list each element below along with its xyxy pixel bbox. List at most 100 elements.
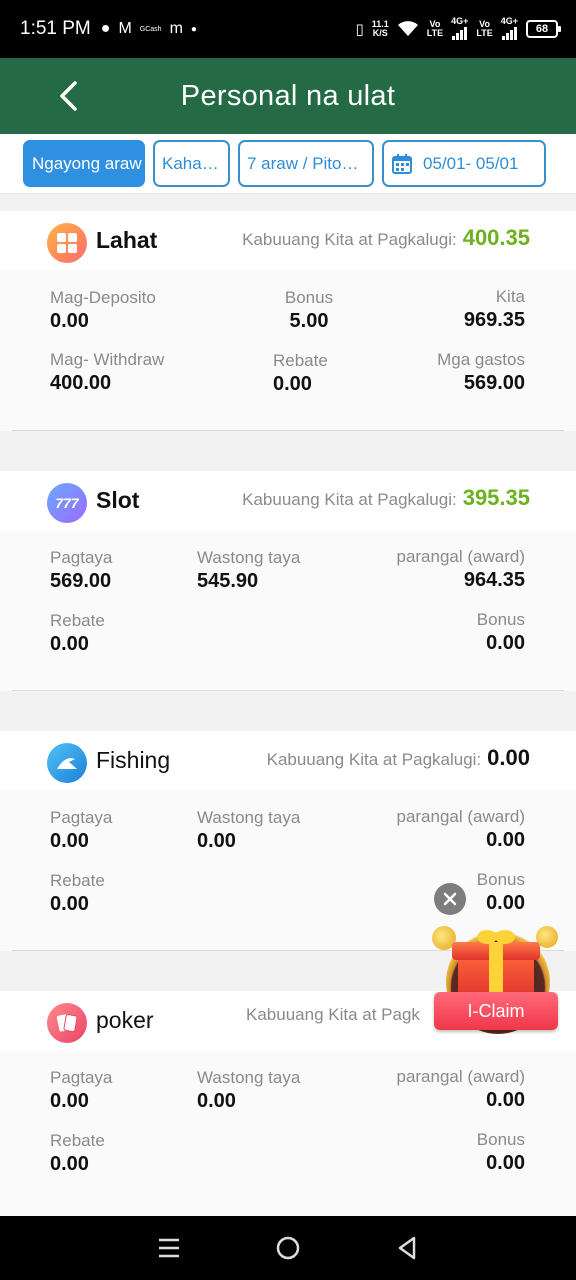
signal-2: 4G+	[500, 15, 518, 42]
valid-bet-stat: Wastong taya 0.00	[197, 1068, 300, 1113]
net-speed-unit: K/S	[372, 28, 388, 38]
divider	[12, 430, 564, 431]
report-card-fishing: Fishing Kabuuang Kita at Pagkalugi: 0.00…	[0, 731, 576, 951]
stat-value: 0.00	[273, 373, 312, 395]
stat-label: Bonus	[476, 1130, 525, 1149]
summary-label: Kabuuang Kita at Pagkalugi:	[242, 230, 457, 249]
rebate-stat: Rebate 0.00	[50, 1131, 105, 1176]
close-icon	[443, 892, 457, 906]
network-speed: 11.1 K/S	[372, 20, 389, 38]
volte-2-bottom: LTE	[476, 28, 493, 38]
mcdonalds-icon: m	[169, 20, 183, 37]
award-stat: parangal (award) 0.00	[396, 807, 525, 852]
stat-value: 0.00	[197, 830, 236, 852]
filter-7-days-tab[interactable]: 7 araw / Pito…	[238, 140, 374, 187]
system-nav-bar	[0, 1216, 576, 1280]
system-icons: ▯ 11.1 K/S Vo LTE 4G+ Vo LTE 4G+ 68	[355, 15, 561, 42]
bonus-stat: Bonus 0.00	[477, 610, 525, 655]
stat-label: Pagtaya	[50, 548, 113, 567]
bet-stat: Pagtaya 0.00	[50, 1068, 112, 1113]
stat-value: 0.00	[50, 830, 89, 852]
stat-label: Wastong taya	[197, 548, 301, 567]
rebate-stat: Rebate 0.00	[273, 351, 328, 396]
claim-button[interactable]: I-Claim	[434, 992, 558, 1030]
vibrate-icon: ▯	[355, 21, 364, 38]
date-filter-bar: Ngayong araw Kaha… 7 araw / Pito… 05/01-…	[0, 134, 576, 194]
back-button[interactable]	[48, 72, 88, 120]
stat-label: Mag-Deposito	[50, 288, 156, 307]
card-stats: Pagtaya 0.00 Wastong taya 0.00 parangal …	[0, 1051, 576, 1209]
stat-label: Bonus	[284, 288, 334, 307]
total-profit-loss: Kabuuang Kita at Pagkalugi: 395.35	[242, 485, 530, 511]
stat-value: 0.00	[486, 1089, 525, 1111]
award-stat: parangal (award) 964.35	[396, 547, 525, 592]
stat-value: 5.00	[289, 310, 329, 332]
stat-value: 0.00	[486, 632, 525, 654]
bonus-stat: Bonus 0.00	[477, 870, 525, 915]
stat-label: Kita	[495, 287, 525, 306]
system-back-button[interactable]	[382, 1223, 432, 1273]
more-notifications-dot: ●	[190, 23, 197, 35]
card-header: 777 Slot Kabuuang Kita at Pagkalugi: 395…	[0, 471, 576, 531]
date-range-picker[interactable]: 05/01- 05/01	[382, 140, 546, 187]
filter-yesterday-tab[interactable]: Kaha…	[153, 140, 230, 187]
category-name: Fishing	[96, 747, 171, 773]
stat-label: Bonus	[476, 610, 525, 629]
valid-bet-stat: Wastong taya 0.00	[197, 808, 300, 853]
calendar-icon	[392, 153, 412, 174]
card-stats: Mag-Deposito 0.00 Bonus 5.00 Kita 969.35…	[0, 271, 576, 429]
playing-cards-icon	[47, 1003, 87, 1043]
wifi-icon	[397, 21, 418, 36]
stat-value: 0.00	[50, 310, 89, 332]
category-name: poker	[96, 1007, 154, 1033]
stat-value: 569.00	[463, 372, 525, 394]
expenses-stat: Mga gastos 569.00	[437, 350, 525, 395]
stat-label: Pagtaya	[50, 808, 113, 827]
summary-value: 0.00	[487, 745, 530, 770]
stat-label: Pagtaya	[50, 1068, 113, 1087]
bet-stat: Pagtaya 569.00	[50, 548, 112, 593]
stat-value: 0.00	[50, 1090, 89, 1112]
stat-value: 400.00	[50, 372, 112, 394]
date-range-label: 05/01- 05/01	[423, 153, 519, 173]
bet-stat: Pagtaya 0.00	[50, 808, 112, 853]
slot-777-icon: 777	[47, 483, 87, 523]
back-triangle-icon	[398, 1236, 415, 1260]
network-type-2: 4G+	[500, 15, 518, 26]
stat-value: 0.00	[50, 893, 89, 915]
summary-value: 400.35	[462, 225, 530, 250]
page-title: Personal na ulat	[180, 79, 396, 112]
stat-label: Mga gastos	[437, 350, 525, 369]
stat-value: 969.35	[463, 309, 525, 331]
messenger-icon: ●	[100, 20, 111, 37]
menu-icon	[159, 1238, 180, 1258]
home-circle-icon	[276, 1236, 300, 1260]
bonus-stat: Bonus 0.00	[477, 1130, 525, 1175]
stat-value: 0.00	[486, 892, 525, 914]
gift-promo-widget[interactable]: I-Claim	[432, 922, 560, 1040]
fish-icon	[47, 743, 87, 783]
status-bar: 1:51 PM ● M GCash m ● ▯ 11.1 K/S Vo LTE …	[0, 0, 576, 58]
volte-2: Vo LTE	[476, 20, 492, 38]
home-button[interactable]	[263, 1223, 313, 1273]
filter-today-tab[interactable]: Ngayong araw	[23, 140, 145, 187]
income-stat: Kita 969.35	[464, 287, 525, 332]
recent-apps-button[interactable]	[144, 1223, 194, 1273]
report-card-all: Lahat Kabuuang Kita at Pagkalugi: 400.35…	[0, 211, 576, 431]
stat-value: 0.00	[50, 633, 89, 655]
signal-1: 4G+	[451, 16, 468, 42]
stat-value: 569.00	[50, 570, 112, 592]
stat-label: Rebate	[50, 611, 105, 630]
stat-value: 964.35	[463, 569, 525, 591]
volte-1: Vo LTE	[427, 20, 443, 38]
battery-icon: 68	[526, 20, 561, 38]
stat-label: Rebate	[50, 871, 105, 890]
withdraw-stat: Mag- Withdraw 400.00	[50, 350, 164, 395]
summary-label: Kabuuang Kita at Pagkalugi:	[242, 490, 457, 509]
close-promo-button[interactable]	[434, 883, 466, 915]
total-profit-loss: Kabuuang Kita at Pagkalugi: 0.00	[267, 745, 530, 771]
category-name: Slot	[96, 487, 140, 513]
clock: 1:51 PM	[20, 18, 91, 39]
card-stats: Pagtaya 569.00 Wastong taya 545.90 paran…	[0, 531, 576, 689]
stat-label: Bonus	[476, 870, 525, 889]
